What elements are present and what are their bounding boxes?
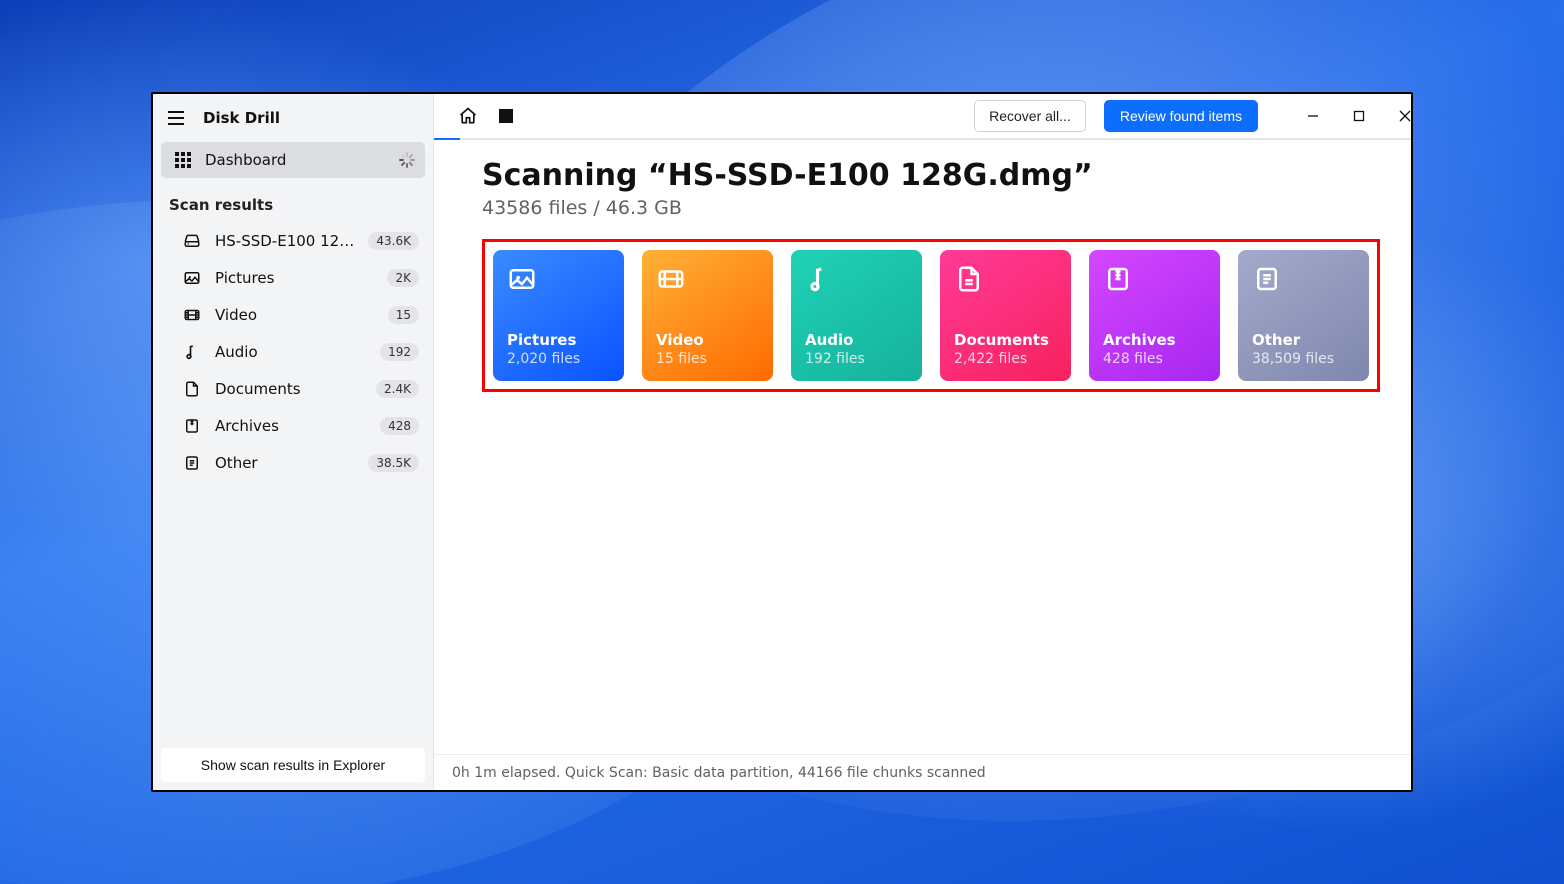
stop-icon	[499, 109, 513, 123]
video-icon	[656, 264, 684, 292]
minimize-button[interactable]	[1290, 94, 1336, 138]
sidebar-item-video[interactable]: Video 15	[161, 296, 425, 333]
card-audio[interactable]: Audio 192 files	[791, 250, 922, 381]
status-text: 0h 1m elapsed. Quick Scan: Basic data pa…	[452, 765, 986, 781]
close-button[interactable]	[1382, 94, 1413, 138]
audio-icon	[183, 343, 201, 361]
sidebar-item-dashboard[interactable]: Dashboard	[161, 142, 425, 178]
toolbar: Recover all... Review found items	[434, 94, 1413, 138]
scan-progress-bar	[434, 138, 1413, 140]
sidebar-item-label: Audio	[215, 343, 366, 361]
loading-spinner-icon	[399, 152, 415, 168]
card-title: Documents	[954, 331, 1057, 349]
status-bar: 0h 1m elapsed. Quick Scan: Basic data pa…	[434, 754, 1413, 790]
archive-icon	[1103, 264, 1131, 292]
card-other[interactable]: Other 38,509 files	[1238, 250, 1369, 381]
sidebar-item-pictures[interactable]: Pictures 2K	[161, 259, 425, 296]
review-items-button[interactable]: Review found items	[1104, 100, 1258, 132]
count-badge: 2K	[387, 269, 419, 287]
sidebar-item-documents[interactable]: Documents 2.4K	[161, 370, 425, 407]
show-in-explorer-button[interactable]: Show scan results in Explorer	[161, 748, 425, 782]
card-subtitle: 15 files	[656, 351, 759, 367]
count-badge: 38.5K	[368, 454, 419, 472]
count-badge: 2.4K	[376, 380, 419, 398]
stop-button[interactable]	[496, 106, 516, 126]
sidebar-item-drive[interactable]: HS-SSD-E100 128G.dmg 43.6K	[161, 222, 425, 259]
image-icon	[507, 264, 535, 292]
sidebar-item-label: Video	[215, 306, 374, 324]
scan-subtitle: 43586 files / 46.3 GB	[482, 197, 1380, 219]
image-icon	[183, 269, 201, 287]
app-title: Disk Drill	[203, 109, 280, 127]
home-button[interactable]	[458, 106, 478, 126]
category-cards-highlight: Pictures 2,020 files Video 15 files	[482, 239, 1380, 392]
dashboard-icon	[175, 152, 191, 168]
sidebar-item-label: HS-SSD-E100 128G.dmg	[215, 232, 354, 250]
document-icon	[954, 264, 982, 292]
card-title: Audio	[805, 331, 908, 349]
card-title: Video	[656, 331, 759, 349]
card-pictures[interactable]: Pictures 2,020 files	[493, 250, 624, 381]
sidebar-item-label: Documents	[215, 380, 362, 398]
sidebar-item-archives[interactable]: Archives 428	[161, 407, 425, 444]
card-archives[interactable]: Archives 428 files	[1089, 250, 1220, 381]
card-subtitle: 2,422 files	[954, 351, 1057, 367]
card-video[interactable]: Video 15 files	[642, 250, 773, 381]
sidebar: Disk Drill Dashboard Scan results HS-SSD…	[153, 94, 434, 790]
count-badge: 192	[380, 343, 419, 361]
scan-title: Scanning “HS-SSD-E100 128G.dmg”	[482, 158, 1380, 193]
sidebar-item-label: Other	[215, 454, 354, 472]
other-icon	[183, 454, 201, 472]
card-title: Pictures	[507, 331, 610, 349]
window-controls	[1290, 94, 1413, 138]
sidebar-item-label: Archives	[215, 417, 366, 435]
app-window: Disk Drill Dashboard Scan results HS-SSD…	[151, 92, 1413, 792]
count-badge: 15	[388, 306, 419, 324]
dashboard-label: Dashboard	[205, 151, 385, 169]
sidebar-item-label: Pictures	[215, 269, 373, 287]
sidebar-section-title: Scan results	[153, 178, 433, 220]
card-subtitle: 428 files	[1103, 351, 1206, 367]
card-subtitle: 38,509 files	[1252, 351, 1355, 367]
card-title: Archives	[1103, 331, 1206, 349]
main-panel: Recover all... Review found items Scanni…	[434, 94, 1413, 790]
count-badge: 43.6K	[368, 232, 419, 250]
sidebar-item-other[interactable]: Other 38.5K	[161, 444, 425, 481]
count-badge: 428	[380, 417, 419, 435]
drive-icon	[183, 232, 201, 250]
other-icon	[1252, 264, 1280, 292]
card-title: Other	[1252, 331, 1355, 349]
content-area: Scanning “HS-SSD-E100 128G.dmg” 43586 fi…	[434, 140, 1413, 754]
card-subtitle: 2,020 files	[507, 351, 610, 367]
sidebar-list: HS-SSD-E100 128G.dmg 43.6K Pictures 2K V…	[153, 220, 433, 483]
document-icon	[183, 380, 201, 398]
archive-icon	[183, 417, 201, 435]
menu-icon[interactable]	[163, 108, 189, 128]
maximize-button[interactable]	[1336, 94, 1382, 138]
card-documents[interactable]: Documents 2,422 files	[940, 250, 1071, 381]
recover-all-button[interactable]: Recover all...	[974, 100, 1086, 132]
card-subtitle: 192 files	[805, 351, 908, 367]
sidebar-item-audio[interactable]: Audio 192	[161, 333, 425, 370]
audio-icon	[805, 264, 833, 292]
video-icon	[183, 306, 201, 324]
